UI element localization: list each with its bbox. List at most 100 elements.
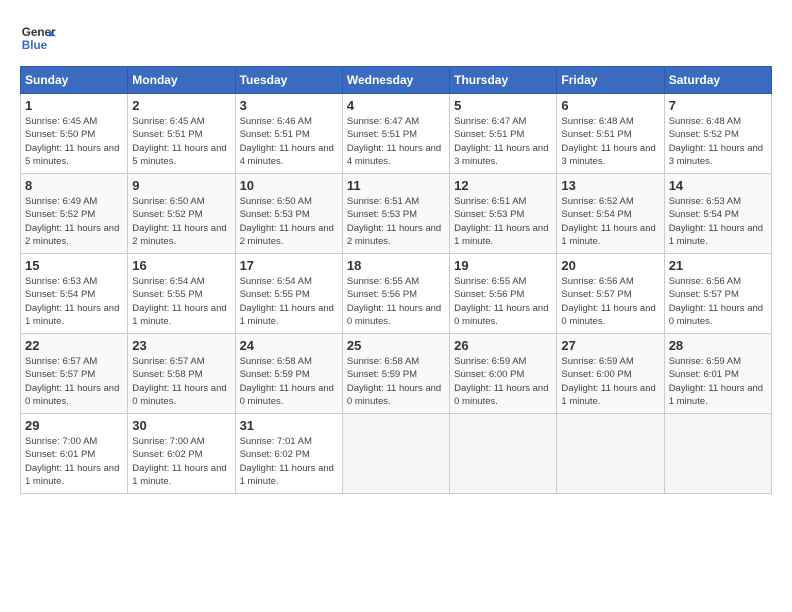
day-number: 9 <box>132 178 230 193</box>
day-cell-13: 13 Sunrise: 6:52 AMSunset: 5:54 PMDaylig… <box>557 174 664 254</box>
day-cell-2: 2 Sunrise: 6:45 AMSunset: 5:51 PMDayligh… <box>128 94 235 174</box>
svg-text:Blue: Blue <box>22 39 48 52</box>
day-number: 1 <box>25 98 123 113</box>
day-info: Sunrise: 6:57 AMSunset: 5:57 PMDaylight:… <box>25 356 119 407</box>
day-cell-24: 24 Sunrise: 6:58 AMSunset: 5:59 PMDaylig… <box>235 334 342 414</box>
calendar-header-row: SundayMondayTuesdayWednesdayThursdayFrid… <box>21 67 772 94</box>
day-info: Sunrise: 6:47 AMSunset: 5:51 PMDaylight:… <box>454 116 548 167</box>
day-cell-27: 27 Sunrise: 6:59 AMSunset: 6:00 PMDaylig… <box>557 334 664 414</box>
day-cell-18: 18 Sunrise: 6:55 AMSunset: 5:56 PMDaylig… <box>342 254 449 334</box>
day-cell-21: 21 Sunrise: 6:56 AMSunset: 5:57 PMDaylig… <box>664 254 771 334</box>
day-info: Sunrise: 6:59 AMSunset: 6:00 PMDaylight:… <box>454 356 548 407</box>
day-number: 20 <box>561 258 659 273</box>
day-info: Sunrise: 6:45 AMSunset: 5:50 PMDaylight:… <box>25 116 119 167</box>
day-info: Sunrise: 6:48 AMSunset: 5:51 PMDaylight:… <box>561 116 655 167</box>
calendar-week-5: 29 Sunrise: 7:00 AMSunset: 6:01 PMDaylig… <box>21 414 772 494</box>
day-number: 6 <box>561 98 659 113</box>
day-info: Sunrise: 7:00 AMSunset: 6:01 PMDaylight:… <box>25 436 119 487</box>
day-number: 25 <box>347 338 445 353</box>
day-number: 17 <box>240 258 338 273</box>
day-info: Sunrise: 6:54 AMSunset: 5:55 PMDaylight:… <box>240 276 334 327</box>
day-number: 12 <box>454 178 552 193</box>
day-cell-30: 30 Sunrise: 7:00 AMSunset: 6:02 PMDaylig… <box>128 414 235 494</box>
day-cell-9: 9 Sunrise: 6:50 AMSunset: 5:52 PMDayligh… <box>128 174 235 254</box>
calendar-week-1: 1 Sunrise: 6:45 AMSunset: 5:50 PMDayligh… <box>21 94 772 174</box>
col-header-monday: Monday <box>128 67 235 94</box>
day-info: Sunrise: 6:57 AMSunset: 5:58 PMDaylight:… <box>132 356 226 407</box>
day-info: Sunrise: 7:00 AMSunset: 6:02 PMDaylight:… <box>132 436 226 487</box>
day-cell-1: 1 Sunrise: 6:45 AMSunset: 5:50 PMDayligh… <box>21 94 128 174</box>
day-cell-23: 23 Sunrise: 6:57 AMSunset: 5:58 PMDaylig… <box>128 334 235 414</box>
day-info: Sunrise: 6:55 AMSunset: 5:56 PMDaylight:… <box>454 276 548 327</box>
day-number: 28 <box>669 338 767 353</box>
calendar-table: SundayMondayTuesdayWednesdayThursdayFrid… <box>20 66 772 494</box>
day-number: 4 <box>347 98 445 113</box>
day-cell-25: 25 Sunrise: 6:58 AMSunset: 5:59 PMDaylig… <box>342 334 449 414</box>
day-number: 10 <box>240 178 338 193</box>
day-info: Sunrise: 6:52 AMSunset: 5:54 PMDaylight:… <box>561 196 655 247</box>
col-header-wednesday: Wednesday <box>342 67 449 94</box>
day-info: Sunrise: 6:53 AMSunset: 5:54 PMDaylight:… <box>669 196 763 247</box>
day-number: 16 <box>132 258 230 273</box>
empty-cell <box>450 414 557 494</box>
logo: General Blue <box>20 20 56 56</box>
day-number: 5 <box>454 98 552 113</box>
empty-cell <box>342 414 449 494</box>
calendar-week-2: 8 Sunrise: 6:49 AMSunset: 5:52 PMDayligh… <box>21 174 772 254</box>
day-number: 19 <box>454 258 552 273</box>
day-cell-11: 11 Sunrise: 6:51 AMSunset: 5:53 PMDaylig… <box>342 174 449 254</box>
day-number: 29 <box>25 418 123 433</box>
day-number: 11 <box>347 178 445 193</box>
day-number: 14 <box>669 178 767 193</box>
day-cell-6: 6 Sunrise: 6:48 AMSunset: 5:51 PMDayligh… <box>557 94 664 174</box>
day-number: 18 <box>347 258 445 273</box>
empty-cell <box>664 414 771 494</box>
col-header-thursday: Thursday <box>450 67 557 94</box>
col-header-friday: Friday <box>557 67 664 94</box>
header: General Blue <box>20 20 772 56</box>
day-number: 8 <box>25 178 123 193</box>
day-info: Sunrise: 6:51 AMSunset: 5:53 PMDaylight:… <box>347 196 441 247</box>
day-info: Sunrise: 6:46 AMSunset: 5:51 PMDaylight:… <box>240 116 334 167</box>
day-cell-19: 19 Sunrise: 6:55 AMSunset: 5:56 PMDaylig… <box>450 254 557 334</box>
day-info: Sunrise: 6:58 AMSunset: 5:59 PMDaylight:… <box>240 356 334 407</box>
day-info: Sunrise: 6:45 AMSunset: 5:51 PMDaylight:… <box>132 116 226 167</box>
day-number: 30 <box>132 418 230 433</box>
day-number: 26 <box>454 338 552 353</box>
day-number: 3 <box>240 98 338 113</box>
day-info: Sunrise: 6:58 AMSunset: 5:59 PMDaylight:… <box>347 356 441 407</box>
day-number: 23 <box>132 338 230 353</box>
day-cell-22: 22 Sunrise: 6:57 AMSunset: 5:57 PMDaylig… <box>21 334 128 414</box>
day-info: Sunrise: 6:50 AMSunset: 5:53 PMDaylight:… <box>240 196 334 247</box>
day-info: Sunrise: 6:48 AMSunset: 5:52 PMDaylight:… <box>669 116 763 167</box>
day-cell-15: 15 Sunrise: 6:53 AMSunset: 5:54 PMDaylig… <box>21 254 128 334</box>
day-number: 24 <box>240 338 338 353</box>
day-info: Sunrise: 6:50 AMSunset: 5:52 PMDaylight:… <box>132 196 226 247</box>
day-cell-8: 8 Sunrise: 6:49 AMSunset: 5:52 PMDayligh… <box>21 174 128 254</box>
day-number: 13 <box>561 178 659 193</box>
day-cell-10: 10 Sunrise: 6:50 AMSunset: 5:53 PMDaylig… <box>235 174 342 254</box>
day-number: 31 <box>240 418 338 433</box>
day-info: Sunrise: 6:54 AMSunset: 5:55 PMDaylight:… <box>132 276 226 327</box>
day-number: 2 <box>132 98 230 113</box>
day-cell-14: 14 Sunrise: 6:53 AMSunset: 5:54 PMDaylig… <box>664 174 771 254</box>
day-cell-12: 12 Sunrise: 6:51 AMSunset: 5:53 PMDaylig… <box>450 174 557 254</box>
day-number: 15 <box>25 258 123 273</box>
day-cell-20: 20 Sunrise: 6:56 AMSunset: 5:57 PMDaylig… <box>557 254 664 334</box>
day-cell-29: 29 Sunrise: 7:00 AMSunset: 6:01 PMDaylig… <box>21 414 128 494</box>
day-info: Sunrise: 6:59 AMSunset: 6:00 PMDaylight:… <box>561 356 655 407</box>
day-info: Sunrise: 6:53 AMSunset: 5:54 PMDaylight:… <box>25 276 119 327</box>
day-info: Sunrise: 6:51 AMSunset: 5:53 PMDaylight:… <box>454 196 548 247</box>
day-number: 27 <box>561 338 659 353</box>
empty-cell <box>557 414 664 494</box>
day-info: Sunrise: 6:47 AMSunset: 5:51 PMDaylight:… <box>347 116 441 167</box>
day-number: 7 <box>669 98 767 113</box>
day-info: Sunrise: 6:59 AMSunset: 6:01 PMDaylight:… <box>669 356 763 407</box>
col-header-sunday: Sunday <box>21 67 128 94</box>
day-cell-26: 26 Sunrise: 6:59 AMSunset: 6:00 PMDaylig… <box>450 334 557 414</box>
calendar-week-4: 22 Sunrise: 6:57 AMSunset: 5:57 PMDaylig… <box>21 334 772 414</box>
calendar-week-3: 15 Sunrise: 6:53 AMSunset: 5:54 PMDaylig… <box>21 254 772 334</box>
day-number: 21 <box>669 258 767 273</box>
day-info: Sunrise: 7:01 AMSunset: 6:02 PMDaylight:… <box>240 436 334 487</box>
day-info: Sunrise: 6:56 AMSunset: 5:57 PMDaylight:… <box>669 276 763 327</box>
